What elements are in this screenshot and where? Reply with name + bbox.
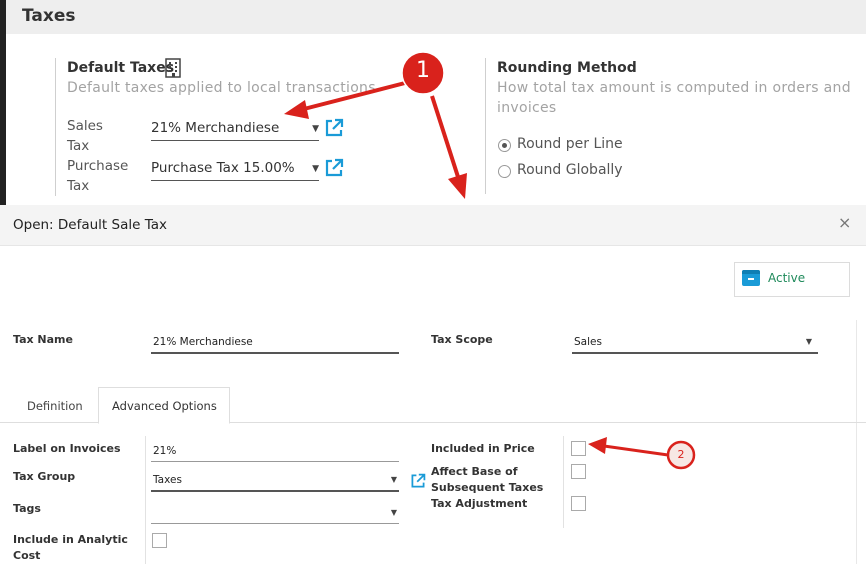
- annotation-arrowhead: [448, 173, 467, 199]
- annotation-marker-1: 1: [416, 58, 430, 83]
- annotation-arrow: [430, 95, 461, 181]
- annotation-overlay: [284, 51, 696, 470]
- annotation-marker-2: 2: [677, 448, 685, 461]
- annotation-arrowhead: [588, 437, 607, 454]
- annotation-arrowhead: [284, 100, 309, 119]
- annotation-arrow: [299, 81, 406, 112]
- annotation-arrow: [603, 444, 669, 457]
